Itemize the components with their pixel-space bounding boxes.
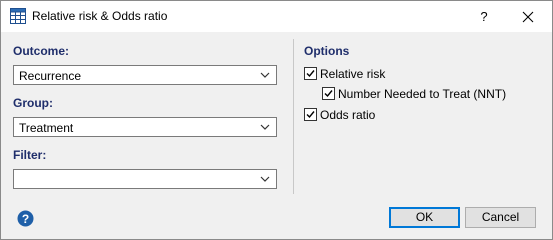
help-icon[interactable]: ? xyxy=(17,210,34,227)
app-table-icon xyxy=(10,8,26,24)
outcome-select[interactable]: Recurrence xyxy=(13,65,277,85)
filter-label: Filter: xyxy=(13,148,47,162)
title-help-button[interactable]: ? xyxy=(472,7,496,27)
nnt-label[interactable]: Number Needed to Treat (NNT) xyxy=(338,87,506,101)
ok-button[interactable]: OK xyxy=(389,207,460,228)
group-select[interactable]: Treatment xyxy=(13,117,277,137)
options-heading: Options xyxy=(304,44,350,58)
cancel-button[interactable]: Cancel xyxy=(465,207,536,228)
close-icon[interactable] xyxy=(513,5,543,29)
dialog-window: Relative risk & Odds ratio ? Outcome: Re… xyxy=(0,0,553,240)
check-icon xyxy=(324,90,333,98)
odds-ratio-checkbox[interactable] xyxy=(304,108,317,121)
group-label: Group: xyxy=(13,96,53,110)
vertical-divider xyxy=(293,39,294,194)
nnt-checkbox[interactable] xyxy=(322,87,335,100)
group-value: Treatment xyxy=(19,121,74,135)
odds-ratio-label[interactable]: Odds ratio xyxy=(320,108,375,122)
chevron-down-icon xyxy=(260,124,270,130)
chevron-down-icon xyxy=(260,176,270,182)
check-icon xyxy=(306,70,315,78)
relative-risk-checkbox[interactable] xyxy=(304,67,317,80)
window-title: Relative risk & Odds ratio xyxy=(32,9,168,23)
check-icon xyxy=(306,111,315,119)
svg-text:?: ? xyxy=(22,212,29,226)
chevron-down-icon xyxy=(260,72,270,78)
relative-risk-label[interactable]: Relative risk xyxy=(320,67,385,81)
outcome-label: Outcome: xyxy=(13,44,70,58)
outcome-value: Recurrence xyxy=(19,69,82,83)
filter-select[interactable] xyxy=(13,169,277,189)
title-bar: Relative risk & Odds ratio ? xyxy=(1,1,552,32)
